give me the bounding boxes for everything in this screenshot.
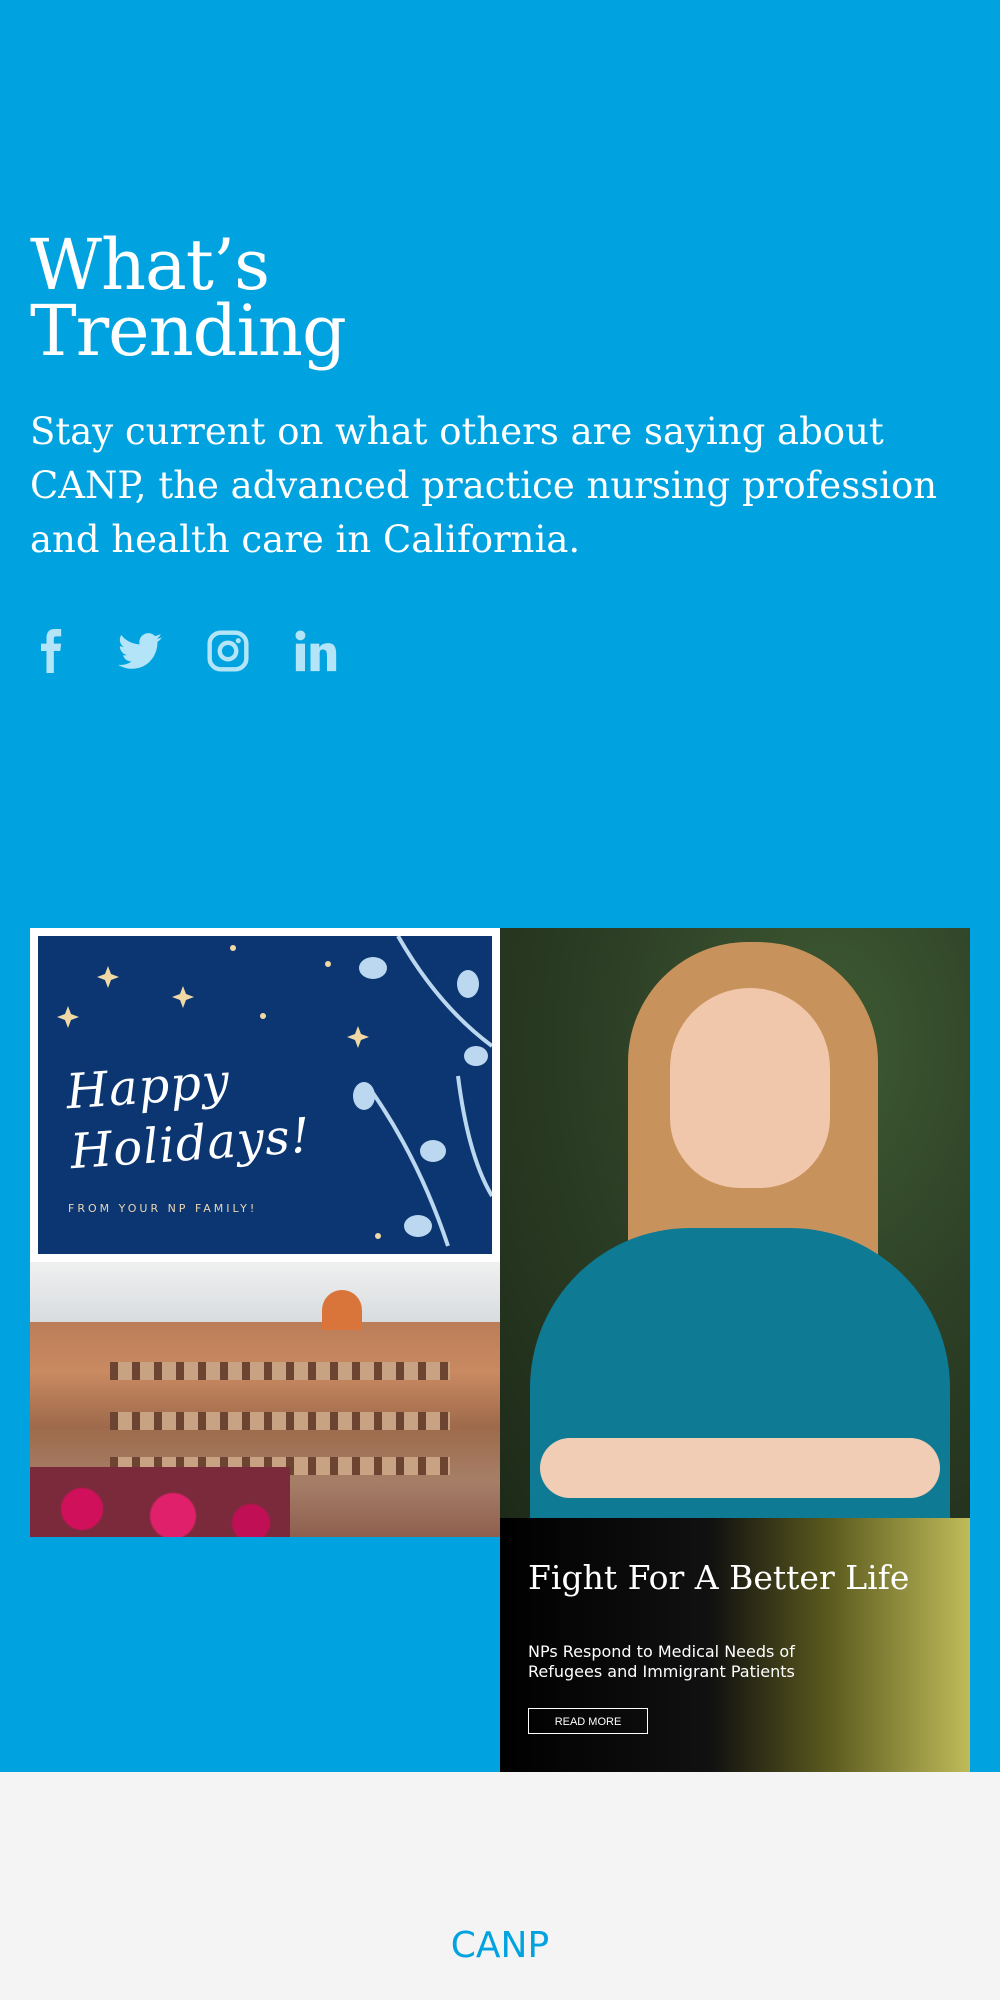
- fight-card[interactable]: Fight For A Better Life NPs Respond to M…: [500, 1518, 970, 1772]
- holiday-greeting: Happy Holidays!: [64, 1046, 313, 1183]
- section-title: What’s Trending: [30, 224, 347, 372]
- social-links: [30, 626, 338, 676]
- balcony-row: [110, 1362, 450, 1380]
- facebook-icon: [41, 629, 62, 673]
- fight-subtitle: NPs Respond to Medical Needs of Refugees…: [528, 1642, 795, 1681]
- instagram-icon: [207, 630, 249, 672]
- title-line-1: What’s: [30, 224, 270, 306]
- balcony-row: [110, 1412, 450, 1430]
- trending-section: What’s Trending Stay current on what oth…: [0, 0, 1000, 1772]
- building-photo[interactable]: [30, 1262, 500, 1537]
- linkedin-icon: [295, 630, 337, 672]
- instagram-link[interactable]: [206, 626, 250, 676]
- read-more-button[interactable]: READ MORE: [528, 1708, 648, 1734]
- linkedin-link[interactable]: [294, 626, 338, 676]
- section-description: Stay current on what others are saying a…: [30, 410, 938, 561]
- flowers: [30, 1467, 290, 1537]
- twitter-link[interactable]: [118, 626, 162, 676]
- title-line-2: Trending: [30, 290, 347, 372]
- footer-brand[interactable]: CANP: [0, 1925, 1000, 1966]
- holiday-card-bg: Happy Holidays! FROM YOUR NP FAMILY!: [38, 936, 492, 1254]
- portrait-arms: [540, 1438, 940, 1498]
- holiday-sub: FROM YOUR NP FAMILY!: [68, 1202, 258, 1215]
- portrait-face: [670, 988, 830, 1188]
- building-dome: [322, 1290, 362, 1330]
- facebook-link[interactable]: [30, 626, 74, 676]
- twitter-icon: [118, 633, 162, 669]
- portrait-photo[interactable]: [500, 928, 970, 1518]
- holiday-card[interactable]: Happy Holidays! FROM YOUR NP FAMILY!: [30, 928, 500, 1262]
- building-sky: [30, 1262, 500, 1322]
- fight-title: Fight For A Better Life: [528, 1558, 910, 1597]
